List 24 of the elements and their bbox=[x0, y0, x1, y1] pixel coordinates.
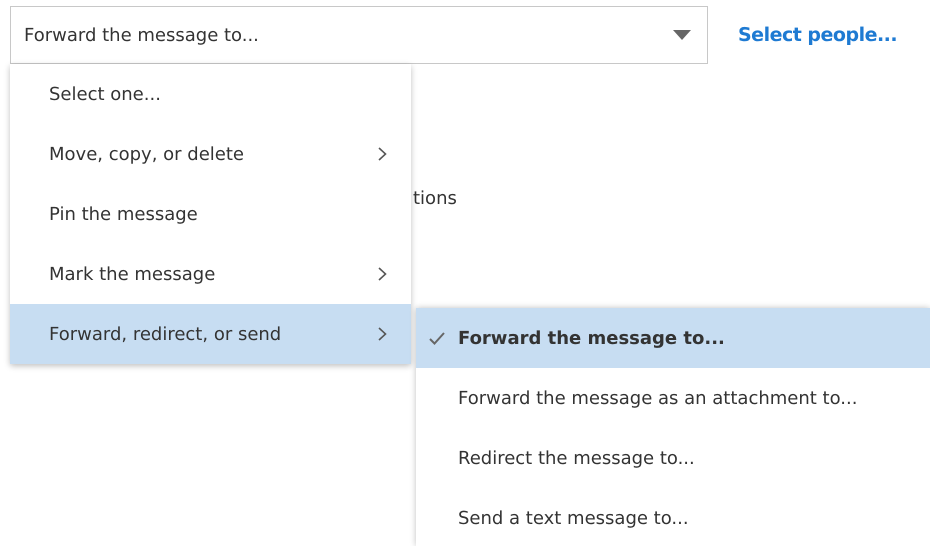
submenu-item[interactable]: Redirect the message to... bbox=[416, 428, 930, 488]
submenu-item[interactable]: Forward the message as an attachment to... bbox=[416, 368, 930, 428]
background-text: tions bbox=[413, 188, 457, 209]
menu-item-label: Move, copy, or delete bbox=[49, 144, 244, 164]
submenu-item[interactable]: Send a text message to... bbox=[416, 488, 930, 546]
checkmark-icon bbox=[429, 332, 445, 344]
menu-item[interactable]: Pin the message bbox=[10, 184, 411, 244]
menu-item[interactable]: Mark the message bbox=[10, 244, 411, 304]
submenu-item-label: Forward the message as an attachment to... bbox=[458, 388, 858, 408]
menu-item-label: Pin the message bbox=[49, 204, 198, 224]
submenu-item-label: Forward the message to... bbox=[458, 328, 725, 348]
menu-item[interactable]: Forward, redirect, or send bbox=[10, 304, 411, 364]
menu-item[interactable]: Move, copy, or delete bbox=[10, 124, 411, 184]
submenu-item[interactable]: Forward the message to... bbox=[416, 308, 930, 368]
menu-item-label: Select one... bbox=[49, 84, 161, 104]
submenu-item-label: Redirect the message to... bbox=[458, 448, 695, 468]
menu-item-label: Forward, redirect, or send bbox=[49, 324, 282, 344]
caret-icon bbox=[673, 30, 691, 40]
menu-item[interactable]: Select one... bbox=[10, 64, 411, 124]
submenu-item-label: Send a text message to... bbox=[458, 508, 689, 528]
menu-item-label: Mark the message bbox=[49, 264, 216, 284]
field-value: Forward the message to... bbox=[24, 24, 259, 46]
select-people-link[interactable]: Select people... bbox=[738, 24, 898, 46]
action-dropdown[interactable]: Forward the message to... bbox=[10, 6, 708, 64]
